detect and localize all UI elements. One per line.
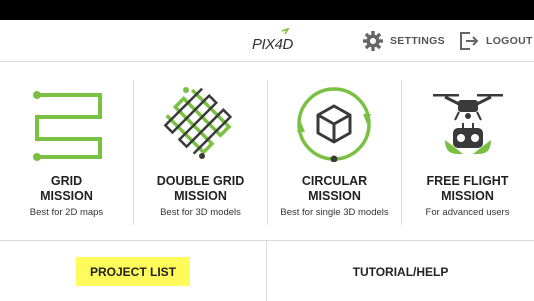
status-bar xyxy=(0,0,534,20)
logo-text: PIX4D xyxy=(252,36,293,53)
circular-mission-title: CIRCULAR xyxy=(301,174,368,188)
gear-icon xyxy=(363,31,383,51)
double-grid-mission-card[interactable]: DOUBLE GRID MISSION Best for 3D models xyxy=(134,62,267,240)
circular-mission-subtitle: Best for single 3D models xyxy=(280,207,389,218)
logout-icon xyxy=(460,32,479,50)
grid-mission-card[interactable]: GRID MISSION Best for 2D maps xyxy=(0,62,133,240)
grid-mission-title-2: MISSION xyxy=(40,189,93,203)
double-grid-mission-title-2: MISSION xyxy=(174,189,227,203)
bottom-bar: PROJECT LIST TUTORIAL/HELP xyxy=(0,240,534,301)
circular-mission-card[interactable]: CIRCULAR MISSION Best for single 3D mode… xyxy=(268,62,401,240)
logout-button[interactable]: LOGOUT xyxy=(458,28,533,54)
settings-button[interactable]: SETTINGS xyxy=(362,28,445,54)
circular-mission-title-2: MISSION xyxy=(308,189,361,203)
free-flight-mission-title-2: MISSION xyxy=(441,189,494,203)
free-flight-drone-icon xyxy=(433,94,503,154)
double-grid-mission-icon xyxy=(163,87,233,159)
app-header: PIX4D SETTINGS LOGOUT xyxy=(0,20,534,62)
circular-mission-icon xyxy=(297,87,371,162)
double-grid-mission-subtitle: Best for 3D models xyxy=(160,207,241,218)
project-list-button[interactable]: PROJECT LIST xyxy=(76,257,190,286)
grid-mission-icon xyxy=(33,91,102,161)
logout-label: LOGOUT xyxy=(486,35,533,47)
tutorial-help-button[interactable]: TUTORIAL/HELP xyxy=(267,257,534,286)
double-grid-mission-title: DOUBLE GRID xyxy=(156,174,245,188)
free-flight-mission-card[interactable]: FREE FLIGHT MISSION For advanced users xyxy=(401,62,534,240)
grid-mission-subtitle: Best for 2D maps xyxy=(29,207,104,218)
grid-mission-title: GRID xyxy=(50,174,83,188)
free-flight-mission-subtitle: For advanced users xyxy=(425,207,510,218)
mission-selector: GRID MISSION Best for 2D maps DOUBLE GRI… xyxy=(0,62,534,240)
free-flight-mission-title: FREE FLIGHT xyxy=(426,174,509,188)
pix4d-logo: PIX4D xyxy=(252,27,312,53)
settings-label: SETTINGS xyxy=(390,35,445,47)
